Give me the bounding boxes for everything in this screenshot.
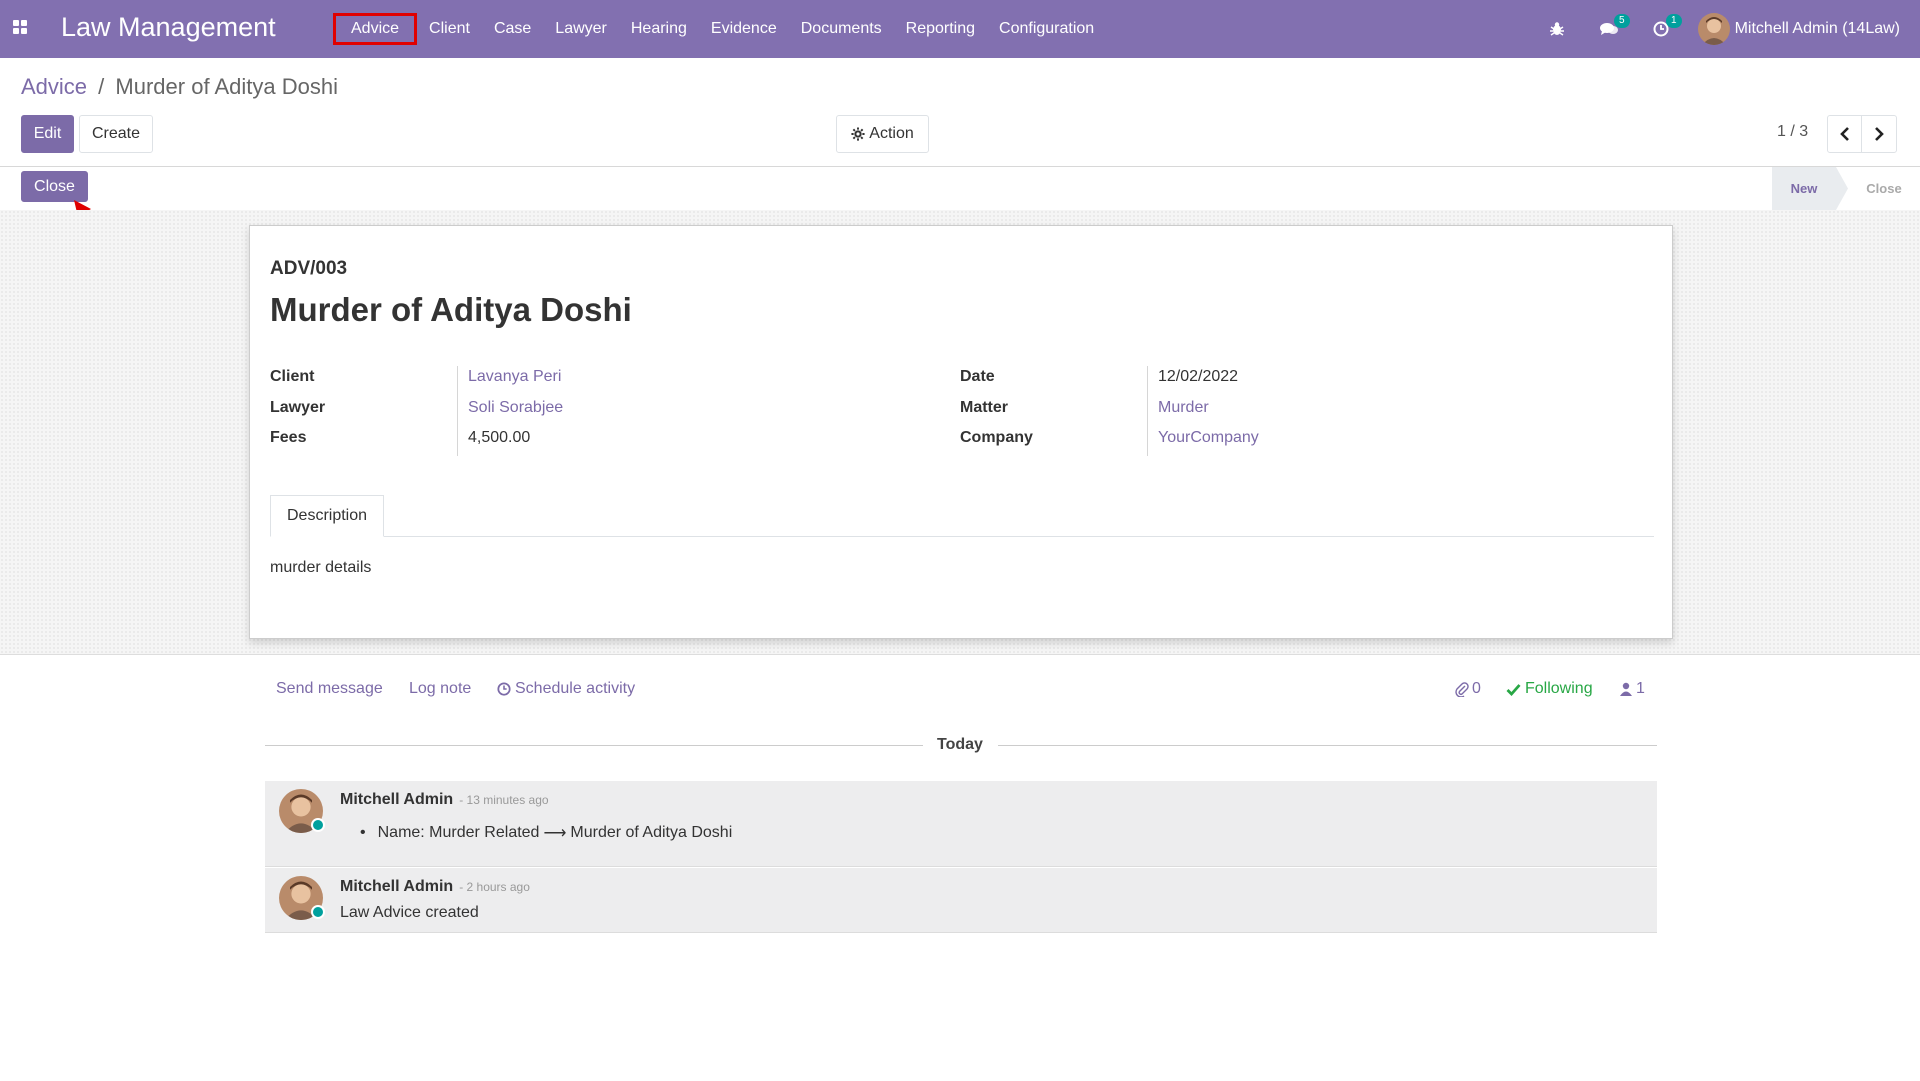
tracking-new-value: Murder of Aditya Doshi [570, 824, 733, 841]
app-brand[interactable]: Law Management [61, 12, 276, 43]
pager-next-button[interactable] [1861, 115, 1897, 153]
lawyer-label: Lawyer [270, 399, 326, 416]
fees-value: 4,500.00 [468, 429, 531, 446]
action-dropdown-button[interactable]: Action [836, 115, 929, 153]
menu-hearing[interactable]: Hearing [619, 13, 699, 45]
pager-previous-button[interactable] [1827, 115, 1862, 153]
menu-configuration[interactable]: Configuration [987, 13, 1106, 45]
breadcrumb-advice-link[interactable]: Advice [21, 74, 87, 99]
form-sheet: ADV/003 Murder of Aditya Doshi Client La… [249, 225, 1673, 639]
pager-value: 1 / 3 [1777, 123, 1809, 140]
stage-new[interactable]: New [1772, 167, 1836, 210]
menu-documents[interactable]: Documents [789, 13, 894, 45]
matter-value[interactable]: Murder [1158, 399, 1209, 417]
record-title: Murder of Aditya Doshi [270, 291, 632, 328]
top-navbar: Law Management Advice Client Case Lawyer… [0, 0, 1920, 58]
message-time: - 13 minutes ago [459, 793, 549, 807]
main-menu: Advice Client Case Lawyer Hearing Eviden… [333, 0, 1106, 58]
date-separator-line [998, 745, 1657, 746]
chevron-left-icon [1839, 127, 1849, 141]
user-avatar [1697, 13, 1730, 45]
statusbar: Close New Close [0, 167, 1920, 210]
user-name: Mitchell Admin (14Law) [1734, 20, 1900, 37]
chatter-message: Mitchell Admin - 13 minutes ago • Name: M… [265, 781, 1657, 867]
tracking-old-value: Name: Murder Related [377, 824, 540, 841]
clock-icon [497, 682, 511, 696]
messages-count-badge: 5 [1614, 14, 1630, 28]
create-button[interactable]: Create [79, 115, 153, 153]
chatter-message: Mitchell Admin - 2 hours ago Law Advice c… [265, 868, 1657, 933]
stage-close[interactable]: Close [1848, 167, 1920, 210]
date-separator-label: Today [937, 736, 983, 753]
followers-count: 1 [1636, 680, 1645, 697]
message-author: Mitchell Admin - 13 minutes ago [340, 791, 549, 808]
tab-bar-line [270, 536, 1654, 537]
apps-menu-icon[interactable] [13, 20, 29, 36]
date-value: 12/02/2022 [1158, 368, 1239, 385]
log-note-button[interactable]: Log note [409, 680, 471, 698]
edit-button[interactable]: Edit [21, 115, 74, 153]
activities-count-badge: 1 [1666, 14, 1682, 28]
systray: 5 1 Mitchell Admin (14Law) [1542, 0, 1920, 58]
schedule-activity-label: Schedule activity [515, 680, 636, 697]
send-message-button[interactable]: Send message [276, 680, 383, 698]
arrow-right-icon: ⟶ [543, 825, 567, 842]
check-icon [1506, 683, 1521, 696]
field-divider [1147, 366, 1148, 456]
description-text: murder details [270, 559, 372, 576]
breadcrumb-current: Murder of Aditya Doshi [115, 74, 338, 99]
message-time: - 2 hours ago [459, 880, 530, 894]
attachments-button[interactable]: 0 [1455, 680, 1481, 698]
schedule-activity-button[interactable]: Schedule activity [497, 680, 635, 698]
tab-description[interactable]: Description [270, 495, 384, 537]
following-button[interactable]: Following [1506, 680, 1593, 698]
matter-label: Matter [960, 399, 1009, 416]
company-label: Company [960, 429, 1033, 446]
online-status-icon [311, 905, 325, 919]
followers-button[interactable]: 1 [1620, 680, 1645, 698]
following-label: Following [1525, 680, 1593, 697]
paperclip-icon [1455, 682, 1469, 697]
debug-bug-icon[interactable] [1542, 14, 1572, 44]
menu-evidence[interactable]: Evidence [699, 13, 789, 45]
menu-client[interactable]: Client [417, 13, 482, 45]
breadcrumb-separator: / [98, 74, 105, 99]
user-menu[interactable]: Mitchell Admin (14Law) [1697, 13, 1900, 45]
field-divider [457, 366, 458, 456]
menu-case[interactable]: Case [482, 13, 543, 45]
messages-icon[interactable]: 5 [1594, 14, 1630, 44]
menu-lawyer[interactable]: Lawyer [543, 13, 619, 45]
client-value[interactable]: Lavanya Peri [468, 368, 561, 386]
breadcrumb: Advice / Murder of Aditya Doshi [21, 74, 338, 100]
online-status-icon [311, 818, 325, 832]
menu-reporting[interactable]: Reporting [894, 13, 987, 45]
company-value[interactable]: YourCompany [1158, 429, 1259, 447]
client-label: Client [270, 368, 315, 385]
message-body: Law Advice created [340, 904, 479, 921]
date-separator-line [265, 745, 923, 746]
action-label: Action [869, 125, 914, 142]
gear-icon [851, 127, 865, 141]
record-reference: ADV/003 [270, 258, 348, 279]
menu-advice[interactable]: Advice [333, 13, 418, 45]
lawyer-value[interactable]: Soli Sorabjee [468, 399, 563, 417]
date-label: Date [960, 368, 995, 385]
tracking-change: • Name: Murder Related ⟶ Murder of Adity… [360, 824, 733, 842]
activity-clock-icon[interactable]: 1 [1646, 14, 1682, 44]
fees-label: Fees [270, 429, 307, 446]
message-author: Mitchell Admin - 2 hours ago [340, 878, 530, 895]
user-icon [1620, 682, 1632, 696]
attachments-count: 0 [1472, 680, 1481, 697]
chevron-right-icon [1875, 127, 1884, 141]
